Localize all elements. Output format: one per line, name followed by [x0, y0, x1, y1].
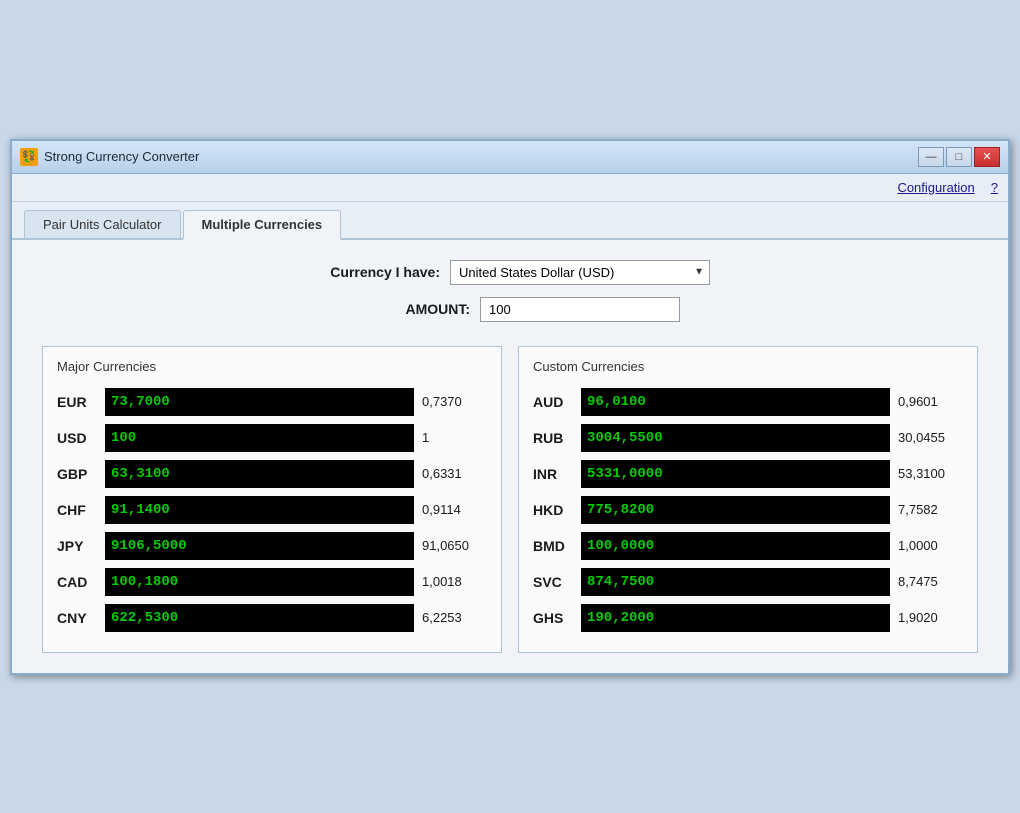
- currency-bar-eur: 73,7000: [105, 388, 414, 416]
- help-menu[interactable]: ?: [991, 180, 998, 195]
- list-item: SVC 874,7500 8,7475: [533, 568, 963, 596]
- currency-rate-cad: 1,0018: [422, 574, 487, 589]
- currency-rate-inr: 53,3100: [898, 466, 963, 481]
- list-item: INR 5331,0000 53,3100: [533, 460, 963, 488]
- title-bar: 💱 Strong Currency Converter — □ ✕: [12, 141, 1008, 174]
- currency-bar-cny: 622,5300: [105, 604, 414, 632]
- list-item: USD 100 1: [57, 424, 487, 452]
- currency-value-inr: 5331,0000: [587, 466, 663, 482]
- currency-code-chf: CHF: [57, 502, 97, 518]
- panels-row: Major Currencies EUR 73,7000 0,7370 USD …: [42, 346, 978, 653]
- major-currencies-title: Major Currencies: [57, 359, 487, 374]
- minimize-button[interactable]: —: [918, 147, 944, 167]
- currency-code-svc: SVC: [533, 574, 573, 590]
- currency-value-cad: 100,1800: [111, 574, 178, 590]
- currency-code-jpy: JPY: [57, 538, 97, 554]
- maximize-button[interactable]: □: [946, 147, 972, 167]
- window-title: Strong Currency Converter: [44, 149, 199, 164]
- form-section: Currency I have: United States Dollar (U…: [42, 260, 978, 322]
- currency-label: Currency I have:: [310, 264, 440, 280]
- currency-code-ghs: GHS: [533, 610, 573, 626]
- currency-rate-cny: 6,2253: [422, 610, 487, 625]
- currency-code-cny: CNY: [57, 610, 97, 626]
- currency-code-aud: AUD: [533, 394, 573, 410]
- currency-code-bmd: BMD: [533, 538, 573, 554]
- tabs-container: Pair Units Calculator Multiple Currencie…: [12, 202, 1008, 240]
- list-item: CAD 100,1800 1,0018: [57, 568, 487, 596]
- currency-rate-gbp: 0,6331: [422, 466, 487, 481]
- currency-bar-rub: 3004,5500: [581, 424, 890, 452]
- currency-bar-aud: 96,0100: [581, 388, 890, 416]
- currency-value-aud: 96,0100: [587, 394, 646, 410]
- close-button[interactable]: ✕: [974, 147, 1000, 167]
- currency-rate-ghs: 1,9020: [898, 610, 963, 625]
- currency-rate-rub: 30,0455: [898, 430, 963, 445]
- currency-bar-inr: 5331,0000: [581, 460, 890, 488]
- currency-rate-jpy: 91,0650: [422, 538, 487, 553]
- currency-value-rub: 3004,5500: [587, 430, 663, 446]
- list-item: AUD 96,0100 0,9601: [533, 388, 963, 416]
- currency-value-jpy: 9106,5000: [111, 538, 187, 554]
- currency-code-eur: EUR: [57, 394, 97, 410]
- amount-label: AMOUNT:: [340, 301, 470, 317]
- currency-rate-hkd: 7,7582: [898, 502, 963, 517]
- title-bar-left: 💱 Strong Currency Converter: [20, 148, 199, 166]
- main-content: Currency I have: United States Dollar (U…: [12, 240, 1008, 673]
- amount-input[interactable]: [480, 297, 680, 322]
- currency-bar-cad: 100,1800: [105, 568, 414, 596]
- currency-code-gbp: GBP: [57, 466, 97, 482]
- currency-code-cad: CAD: [57, 574, 97, 590]
- currency-code-hkd: HKD: [533, 502, 573, 518]
- app-icon: 💱: [20, 148, 38, 166]
- tab-pair-units[interactable]: Pair Units Calculator: [24, 210, 181, 238]
- currency-value-svc: 874,7500: [587, 574, 654, 590]
- currency-value-cny: 622,5300: [111, 610, 178, 626]
- currency-value-gbp: 63,3100: [111, 466, 170, 482]
- currency-code-inr: INR: [533, 466, 573, 482]
- currency-value-eur: 73,7000: [111, 394, 170, 410]
- list-item: GBP 63,3100 0,6331: [57, 460, 487, 488]
- currency-value-chf: 91,1400: [111, 502, 170, 518]
- currency-select-wrapper: United States Dollar (USD)Euro (EUR)Brit…: [450, 260, 710, 285]
- amount-row: AMOUNT:: [340, 297, 680, 322]
- custom-currencies-panel: Custom Currencies AUD 96,0100 0,9601 RUB…: [518, 346, 978, 653]
- currency-bar-hkd: 775,8200: [581, 496, 890, 524]
- configuration-menu[interactable]: Configuration: [897, 180, 974, 195]
- currency-code-rub: RUB: [533, 430, 573, 446]
- window-controls: — □ ✕: [918, 147, 1000, 167]
- currency-value-hkd: 775,8200: [587, 502, 654, 518]
- currency-code-usd: USD: [57, 430, 97, 446]
- currency-rate-usd: 1: [422, 430, 487, 445]
- currency-bar-bmd: 100,0000: [581, 532, 890, 560]
- currency-bar-gbp: 63,3100: [105, 460, 414, 488]
- main-window: 💱 Strong Currency Converter — □ ✕ Config…: [10, 139, 1010, 675]
- currency-value-bmd: 100,0000: [587, 538, 654, 554]
- list-item: CNY 622,5300 6,2253: [57, 604, 487, 632]
- currency-rate-eur: 0,7370: [422, 394, 487, 409]
- currency-rate-chf: 0,9114: [422, 502, 487, 517]
- currency-value-usd: 100: [111, 430, 136, 446]
- list-item: EUR 73,7000 0,7370: [57, 388, 487, 416]
- currency-rate-bmd: 1,0000: [898, 538, 963, 553]
- currency-bar-svc: 874,7500: [581, 568, 890, 596]
- list-item: CHF 91,1400 0,9114: [57, 496, 487, 524]
- currency-rate-svc: 8,7475: [898, 574, 963, 589]
- major-currencies-panel: Major Currencies EUR 73,7000 0,7370 USD …: [42, 346, 502, 653]
- tab-multiple-currencies[interactable]: Multiple Currencies: [183, 210, 342, 240]
- currency-select[interactable]: United States Dollar (USD)Euro (EUR)Brit…: [450, 260, 710, 285]
- list-item: GHS 190,2000 1,9020: [533, 604, 963, 632]
- list-item: HKD 775,8200 7,7582: [533, 496, 963, 524]
- currency-value-ghs: 190,2000: [587, 610, 654, 626]
- currency-bar-usd: 100: [105, 424, 414, 452]
- currency-row: Currency I have: United States Dollar (U…: [310, 260, 710, 285]
- currency-bar-jpy: 9106,5000: [105, 532, 414, 560]
- list-item: JPY 9106,5000 91,0650: [57, 532, 487, 560]
- list-item: BMD 100,0000 1,0000: [533, 532, 963, 560]
- currency-bar-ghs: 190,2000: [581, 604, 890, 632]
- currency-rate-aud: 0,9601: [898, 394, 963, 409]
- list-item: RUB 3004,5500 30,0455: [533, 424, 963, 452]
- currency-bar-chf: 91,1400: [105, 496, 414, 524]
- custom-currencies-title: Custom Currencies: [533, 359, 963, 374]
- menu-bar: Configuration ?: [12, 174, 1008, 202]
